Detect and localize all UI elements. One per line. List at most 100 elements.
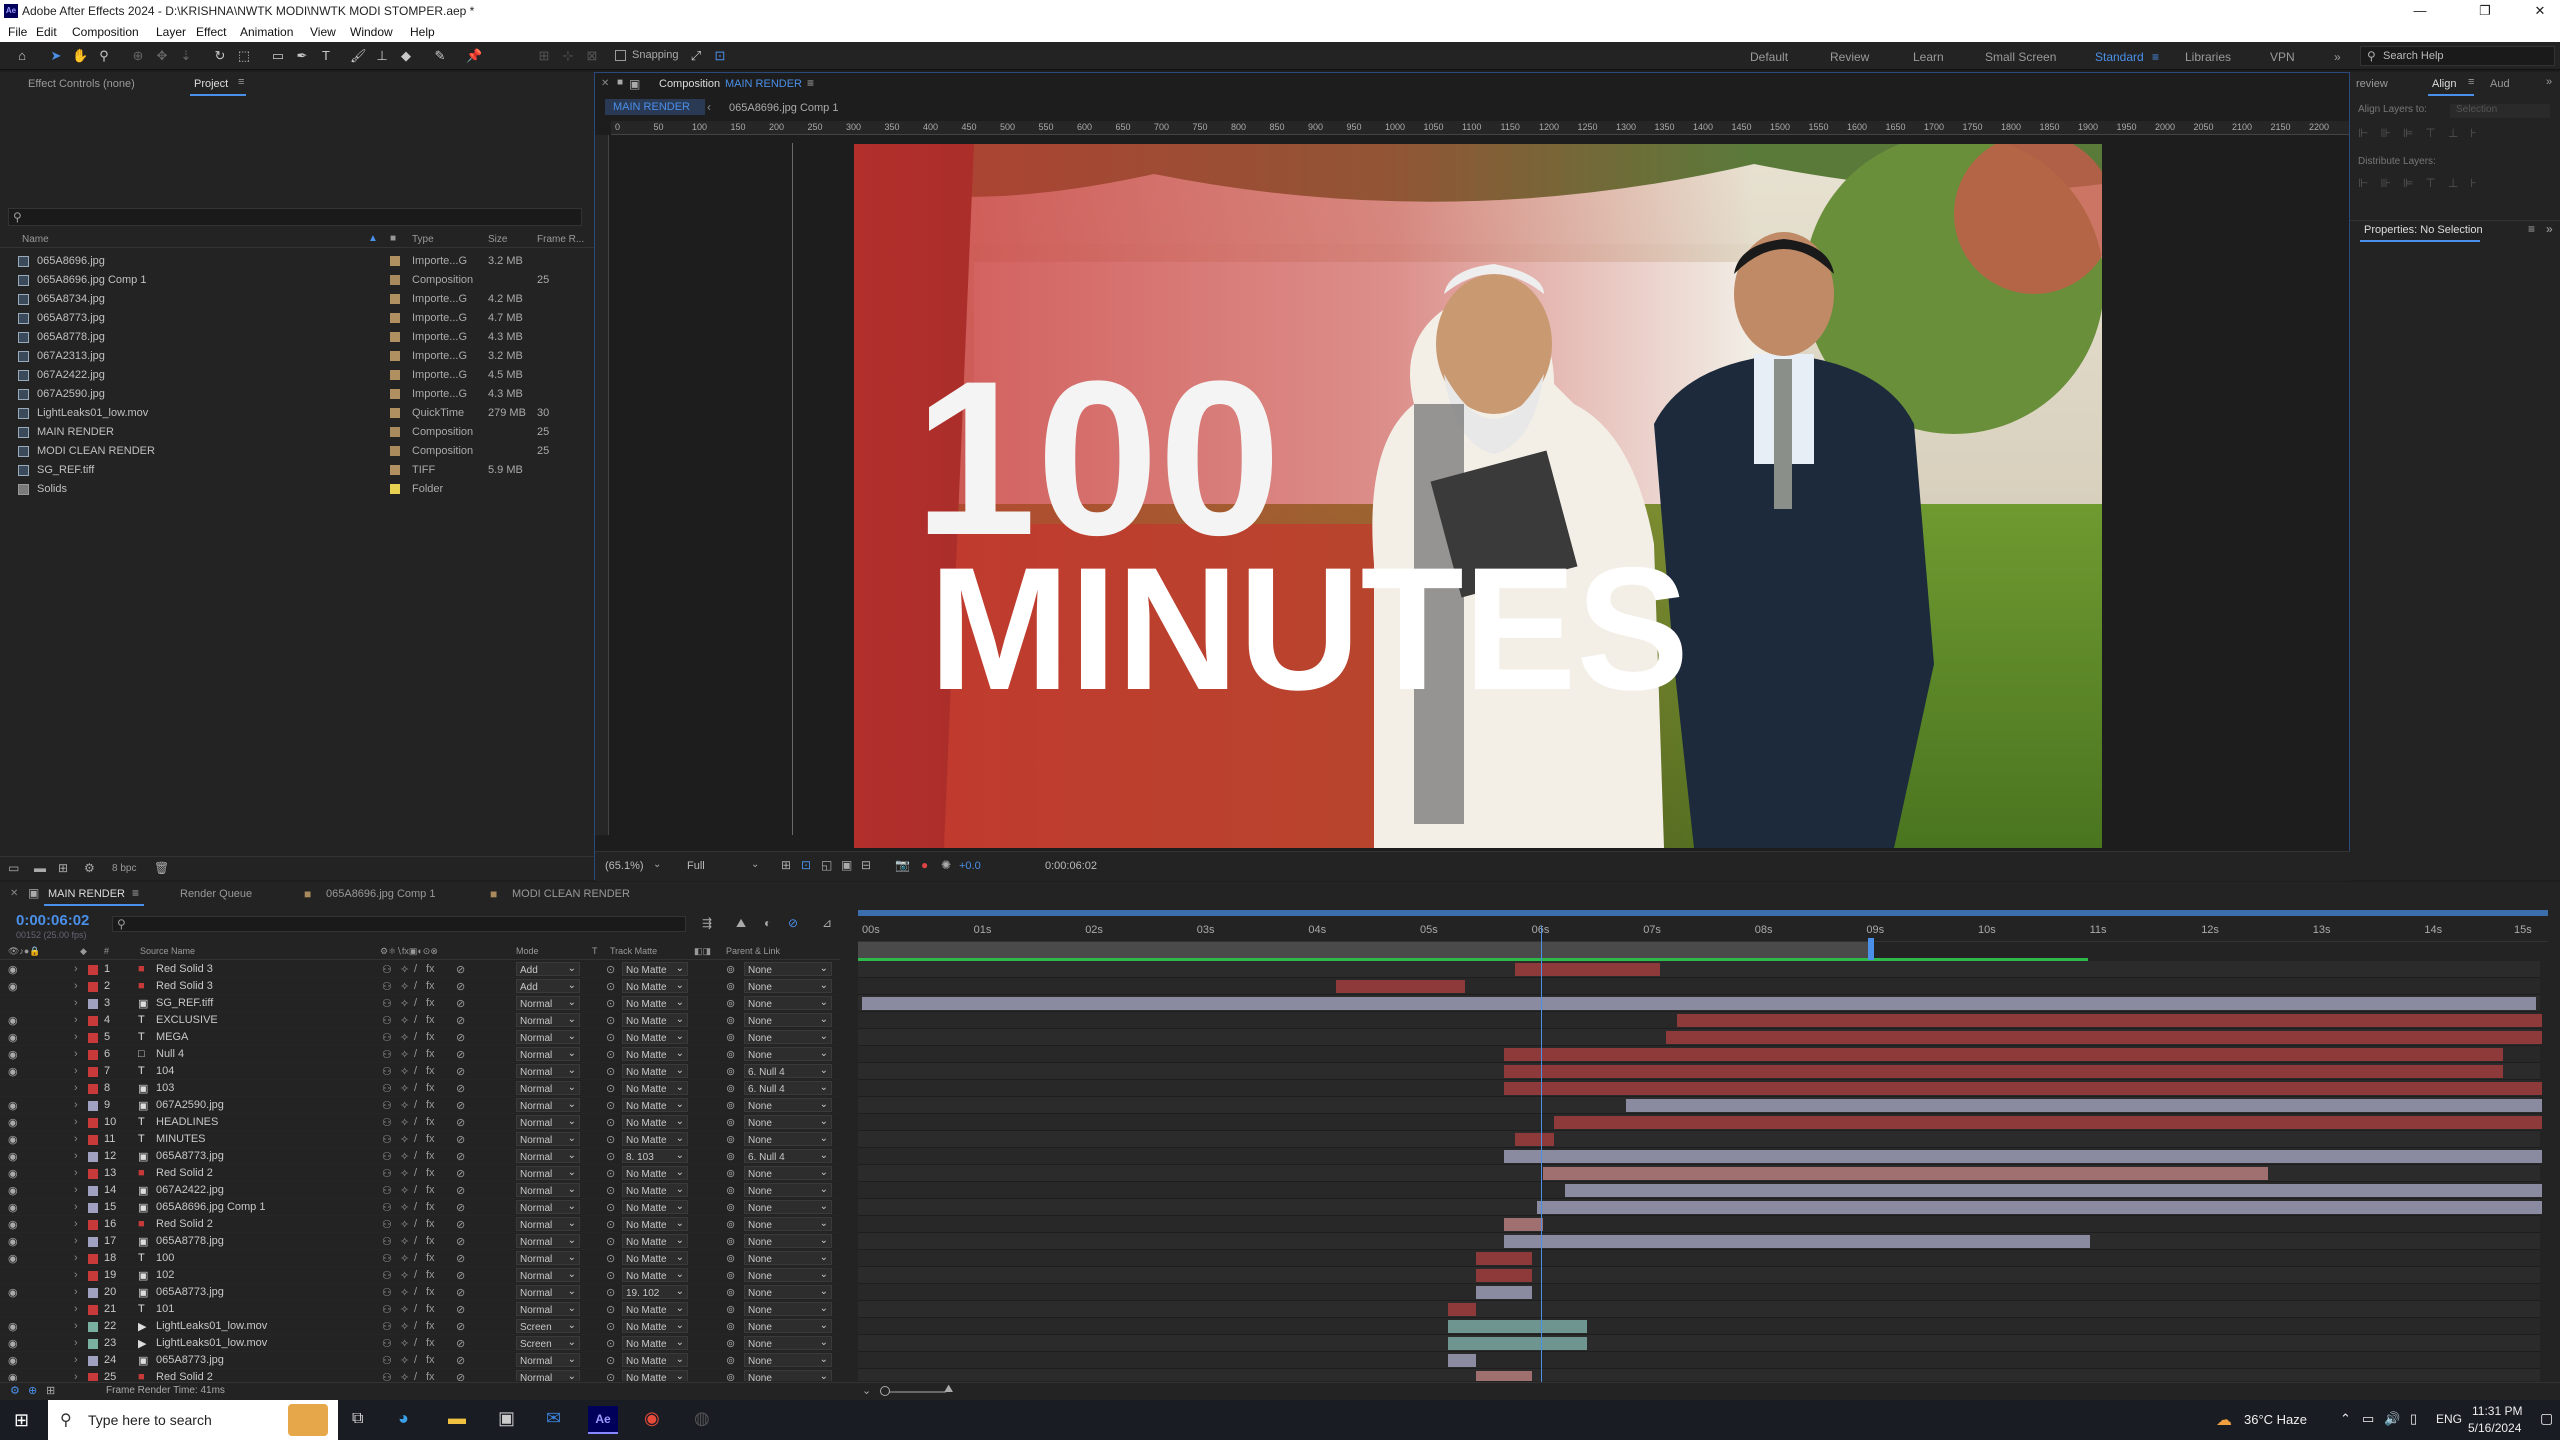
sort-up-icon[interactable]: ▲ [368, 233, 378, 244]
mail-icon[interactable]: ✉ [546, 1408, 561, 1429]
resolution-select[interactable]: Full [687, 860, 705, 872]
project-item[interactable]: 065A8696.jpg Comp 1 Composition 25 [10, 271, 590, 290]
workspace-standard[interactable]: Standard [2095, 50, 2144, 64]
graph-editor-icon[interactable]: ⊿ [822, 916, 832, 930]
workspace-libraries[interactable]: Libraries [2185, 50, 2231, 64]
tab-main-render[interactable]: MAIN RENDER [48, 888, 125, 900]
chevron-down-icon[interactable]: ⌄ [751, 859, 759, 870]
menu-help[interactable]: Help [410, 25, 435, 39]
battery-icon[interactable]: ▯ [2410, 1411, 2417, 1427]
panel-menu-icon[interactable]: ≡ [238, 76, 244, 88]
rectangle-tool-icon[interactable]: ▭ [270, 48, 286, 64]
restore-icon[interactable]: ❐ [2465, 3, 2505, 19]
distribute-buttons[interactable]: ⊩⊪⊫⊤⊥⊦ [2358, 176, 2554, 190]
layer-duration-bar[interactable] [1542, 1167, 2269, 1180]
column-track-matte[interactable]: Track Matte [610, 946, 657, 956]
chrome-icon[interactable]: ◉ [644, 1408, 660, 1429]
grid-guides-icon[interactable]: ⊟ [861, 858, 871, 872]
composition-tab-label[interactable]: Composition [659, 78, 720, 90]
workspace-default[interactable]: Default [1750, 50, 1788, 64]
workspace-vpn[interactable]: VPN [2270, 50, 2295, 64]
interpret-footage-icon[interactable]: ▭ [8, 861, 19, 875]
vertical-ruler[interactable] [595, 135, 609, 835]
viewer-timecode[interactable]: 0:00:06:02 [1045, 860, 1097, 872]
column-source-name[interactable]: Source Name [140, 946, 195, 956]
workspace-small-screen[interactable]: Small Screen [1985, 50, 2056, 64]
label-color-swatch[interactable] [390, 408, 400, 418]
file-explorer-icon[interactable]: ▬ [448, 1408, 466, 1429]
language-indicator[interactable]: ENG [2436, 1412, 2462, 1426]
chevron-down-icon[interactable]: ⌄ [653, 859, 661, 870]
layer-duration-bar[interactable] [862, 997, 2536, 1010]
layer-duration-bar[interactable] [1676, 1014, 2542, 1027]
label-color-swatch[interactable] [390, 313, 400, 323]
align-target-select[interactable]: Selection [2450, 104, 2550, 118]
project-item[interactable]: 065A8696.jpg Importe...G 3.2 MB [10, 252, 590, 271]
label-color-swatch[interactable] [390, 370, 400, 380]
bpc-indicator[interactable]: 8 bpc [112, 863, 136, 874]
new-composition-icon[interactable]: ⊞ [58, 861, 68, 875]
workspace-menu-icon[interactable]: ≡ [2152, 50, 2159, 64]
project-search-input[interactable]: ⚲ [8, 208, 582, 226]
work-area-end-handle[interactable] [1868, 938, 1874, 960]
composition-tab-name[interactable]: MAIN RENDER [725, 78, 802, 90]
tab-audio[interactable]: Aud [2490, 78, 2510, 90]
column-mode[interactable]: Mode [516, 946, 539, 956]
horizontal-ruler[interactable]: 0 50 100 150 200 250 300 350 400 450 500 550 600 650 7… [611, 121, 2349, 135]
windows-start-icon[interactable]: ⊞ [14, 1410, 29, 1431]
time-ruler[interactable]: 00s01s02s03s04s05s06s07s08s09s10s11s12s1… [858, 920, 2548, 942]
label-column-icon[interactable]: ◆ [80, 946, 87, 957]
layer-duration-bar[interactable] [1514, 1133, 1554, 1146]
puppet-tool-icon[interactable]: 📌 [466, 48, 482, 64]
mask-visibility-icon[interactable]: ◱ [821, 858, 832, 872]
comp-breadcrumb-active[interactable]: MAIN RENDER [605, 99, 705, 115]
toggle-in-out-icon[interactable]: ⊞ [46, 1384, 55, 1397]
composition-viewer[interactable]: 100 MINUTES [854, 144, 2102, 848]
weather-icon[interactable]: ☁ [2216, 1410, 2232, 1430]
menu-file[interactable]: File [8, 25, 27, 39]
tab-render-queue[interactable]: Render Queue [180, 888, 252, 900]
current-time-indicator[interactable] [1540, 926, 1542, 1382]
zoom-in-icon[interactable]: ⛰ [944, 1383, 953, 1396]
network-icon[interactable]: ▭ [2362, 1411, 2374, 1427]
navigator-range[interactable] [858, 910, 2548, 916]
label-color-swatch[interactable] [390, 389, 400, 399]
layer-duration-bar[interactable] [1514, 963, 1660, 976]
pan-tool-icon[interactable]: ✥ [154, 48, 170, 64]
pen-tool-icon[interactable]: ✒ [294, 48, 310, 64]
project-item[interactable]: MAIN RENDER Composition 25 [10, 423, 590, 442]
menu-composition[interactable]: Composition [72, 25, 139, 39]
project-item[interactable]: 065A8734.jpg Importe...G 4.2 MB [10, 290, 590, 309]
tab-preview[interactable]: review [2356, 78, 2388, 90]
tab-align[interactable]: Align [2432, 78, 2456, 90]
panel-overflow-icon[interactable]: » [2546, 76, 2552, 88]
project-item[interactable]: SG_REF.tiff TIFF 5.9 MB [10, 461, 590, 480]
zoom-slider-knob[interactable] [880, 1386, 890, 1396]
layer-duration-bar[interactable] [1475, 1371, 1532, 1381]
zoom-slider-track[interactable] [886, 1391, 946, 1393]
layer-search-input[interactable]: ⚲ [112, 916, 686, 932]
workspace-review[interactable]: Review [1830, 50, 1869, 64]
weather-text[interactable]: 36°C Haze [2244, 1412, 2307, 1427]
orbit-tool-icon[interactable]: ⊕ [130, 48, 146, 64]
panel-menu-icon[interactable]: ≡ [2528, 222, 2535, 236]
breadcrumb-main-render[interactable]: MAIN RENDER [613, 101, 690, 113]
color-channels-icon[interactable]: ● [921, 858, 928, 872]
panel-menu-icon[interactable]: ≡ [807, 76, 814, 90]
project-item[interactable]: Solids Folder [10, 480, 590, 499]
panel-overflow-icon[interactable]: » [2546, 222, 2553, 236]
hide-shy-layers-icon[interactable]: ◐ [764, 916, 771, 930]
breadcrumb-precomp[interactable]: 065A8696.jpg Comp 1 [729, 102, 838, 114]
column-type[interactable]: Type [412, 234, 434, 245]
layer-duration-bar[interactable] [1475, 1286, 1532, 1299]
label-color-swatch[interactable] [390, 465, 400, 475]
project-item[interactable]: 065A8778.jpg Importe...G 4.3 MB [10, 328, 590, 347]
work-area-navigator[interactable] [858, 910, 2548, 916]
layer-duration-bar[interactable] [1475, 1269, 1532, 1282]
layer-duration-bar[interactable] [1447, 1337, 1588, 1350]
tab-precomp[interactable]: 065A8696.jpg Comp 1 [326, 888, 435, 900]
panel-menu-icon[interactable]: ≡ [2468, 76, 2474, 88]
work-area-bar[interactable] [858, 942, 1872, 958]
close-icon[interactable]: ✕ [2520, 3, 2560, 19]
pan-behind-tool-icon[interactable]: ⬚ [236, 48, 252, 64]
